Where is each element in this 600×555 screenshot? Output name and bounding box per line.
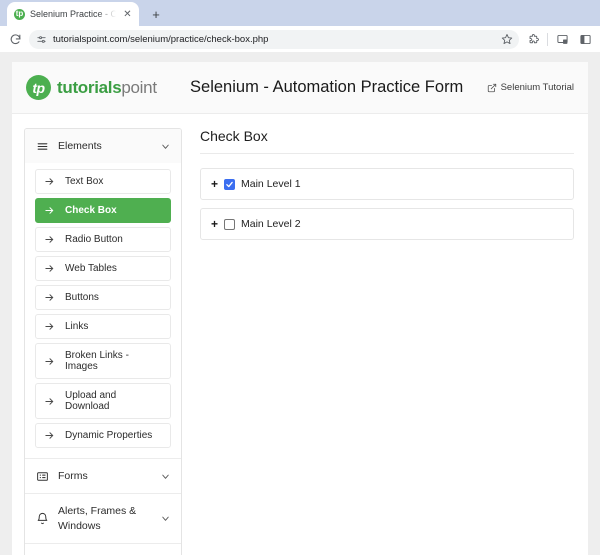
- sidebar-item-upload-and-download[interactable]: Upload and Download: [35, 383, 171, 419]
- site-logo[interactable]: tp tutorialspoint: [26, 75, 157, 100]
- tutorialspoint-logo-icon: tp: [26, 75, 51, 100]
- star-icon[interactable]: [500, 33, 513, 46]
- sidebar-item-label: Broken Links - Images: [65, 350, 162, 372]
- browser-window: tp Selenium Practice - Check Bo ✕ + tuto…: [0, 0, 600, 555]
- sidebar-section-widgets[interactable]: Widgets: [25, 543, 181, 555]
- sidebar-item-radio-button[interactable]: Radio Button: [35, 227, 171, 252]
- expand-icon[interactable]: +: [211, 178, 218, 190]
- sidebar-section-elements[interactable]: Elements: [25, 129, 181, 163]
- selenium-tutorial-label: Selenium Tutorial: [501, 82, 574, 93]
- sidebar-item-label: Web Tables: [65, 263, 117, 274]
- sidebar-item-label: Text Box: [65, 176, 103, 187]
- site-header: tp tutorialspoint Selenium - Automation …: [12, 62, 588, 114]
- main-content: Check Box + Main Level 1 + Main Level 2: [192, 114, 588, 248]
- sidebar-item-label: Radio Button: [65, 234, 123, 245]
- sidebar-section-forms[interactable]: Forms: [25, 458, 181, 493]
- sidebar-section-label: Alerts, Frames & Windows: [58, 504, 150, 532]
- chevron-down-icon: [159, 141, 171, 152]
- side-panel-icon[interactable]: [576, 30, 594, 48]
- logo-wordmark: tutorialspoint: [57, 78, 157, 98]
- arrow-right-icon: [44, 205, 56, 216]
- new-tab-button[interactable]: +: [146, 4, 166, 24]
- list-icon: [35, 469, 49, 483]
- sidebar-item-label: Check Box: [65, 205, 117, 216]
- page-viewport: tp tutorialspoint Selenium - Automation …: [0, 52, 600, 555]
- bell-icon: [35, 512, 49, 526]
- expand-icon[interactable]: +: [211, 218, 218, 230]
- sidebar-item-text-box[interactable]: Text Box: [35, 169, 171, 194]
- sidebar-item-buttons[interactable]: Buttons: [35, 285, 171, 310]
- checkbox-main-level-1[interactable]: [224, 179, 235, 190]
- chevron-down-icon: [159, 471, 171, 482]
- arrow-right-icon: [44, 321, 56, 332]
- sidebar-item-label: Buttons: [65, 292, 99, 303]
- sidebar-item-links[interactable]: Links: [35, 314, 171, 339]
- browser-tab[interactable]: tp Selenium Practice - Check Bo ✕: [7, 2, 139, 26]
- arrow-right-icon: [44, 396, 56, 407]
- page-body: Elements Text Box Check Box: [12, 114, 588, 555]
- sidebar-item-dynamic-properties[interactable]: Dynamic Properties: [35, 423, 171, 448]
- toolbar-divider: [547, 33, 548, 46]
- sidebar: Elements Text Box Check Box: [12, 114, 192, 555]
- arrow-right-icon: [44, 356, 56, 367]
- logo-word-bold: tutorials: [57, 78, 121, 97]
- arrow-right-icon: [44, 234, 56, 245]
- url-text[interactable]: tutorialspoint.com/selenium/practice/che…: [53, 34, 494, 45]
- favicon-icon: tp: [14, 9, 25, 20]
- logo-word-light: point: [121, 78, 156, 97]
- sidebar-item-label: Upload and Download: [65, 390, 162, 412]
- checkbox-label[interactable]: Main Level 1: [241, 178, 301, 190]
- page-title: Selenium - Automation Practice Form: [157, 78, 487, 97]
- sidebar-section-label: Forms: [58, 469, 150, 483]
- chevron-down-icon: [159, 513, 171, 524]
- checkbox-main-level-2[interactable]: [224, 219, 235, 230]
- checkbox-label[interactable]: Main Level 2: [241, 218, 301, 230]
- tab-title: Selenium Practice - Check Bo: [30, 9, 116, 19]
- tab-strip: tp Selenium Practice - Check Bo ✕ +: [0, 0, 600, 26]
- puzzle-icon[interactable]: [524, 30, 542, 48]
- sidebar-section-label: Elements: [58, 139, 150, 153]
- sidebar-item-label: Links: [65, 321, 88, 332]
- sidebar-item-check-box[interactable]: Check Box: [35, 198, 171, 223]
- sidebar-section-elements-body: Text Box Check Box Radio Button Web: [25, 163, 181, 458]
- arrow-right-icon: [44, 263, 56, 274]
- sidebar-item-label: Dynamic Properties: [65, 430, 152, 441]
- arrow-right-icon: [44, 176, 56, 187]
- tune-icon[interactable]: [35, 33, 47, 45]
- sidebar-item-broken-links-images[interactable]: Broken Links - Images: [35, 343, 171, 379]
- sidebar-section-alerts-frames-windows[interactable]: Alerts, Frames & Windows: [25, 493, 181, 542]
- reload-icon[interactable]: [6, 30, 24, 48]
- close-icon[interactable]: ✕: [121, 8, 134, 21]
- browser-toolbar: tutorialspoint.com/selenium/practice/che…: [0, 26, 600, 52]
- content-heading: Check Box: [200, 128, 574, 154]
- sidebar-item-web-tables[interactable]: Web Tables: [35, 256, 171, 281]
- arrow-right-icon: [44, 430, 56, 441]
- external-link-icon: [487, 83, 497, 93]
- checkbox-row-main-level-2[interactable]: + Main Level 2: [200, 208, 574, 240]
- selenium-tutorial-link[interactable]: Selenium Tutorial: [487, 82, 574, 93]
- hamburger-icon: [35, 139, 49, 153]
- split-screen-icon[interactable]: [553, 30, 571, 48]
- arrow-right-icon: [44, 292, 56, 303]
- sidebar-accordion: Elements Text Box Check Box: [24, 128, 182, 555]
- address-bar[interactable]: tutorialspoint.com/selenium/practice/che…: [29, 30, 519, 49]
- checkbox-row-main-level-1[interactable]: + Main Level 1: [200, 168, 574, 200]
